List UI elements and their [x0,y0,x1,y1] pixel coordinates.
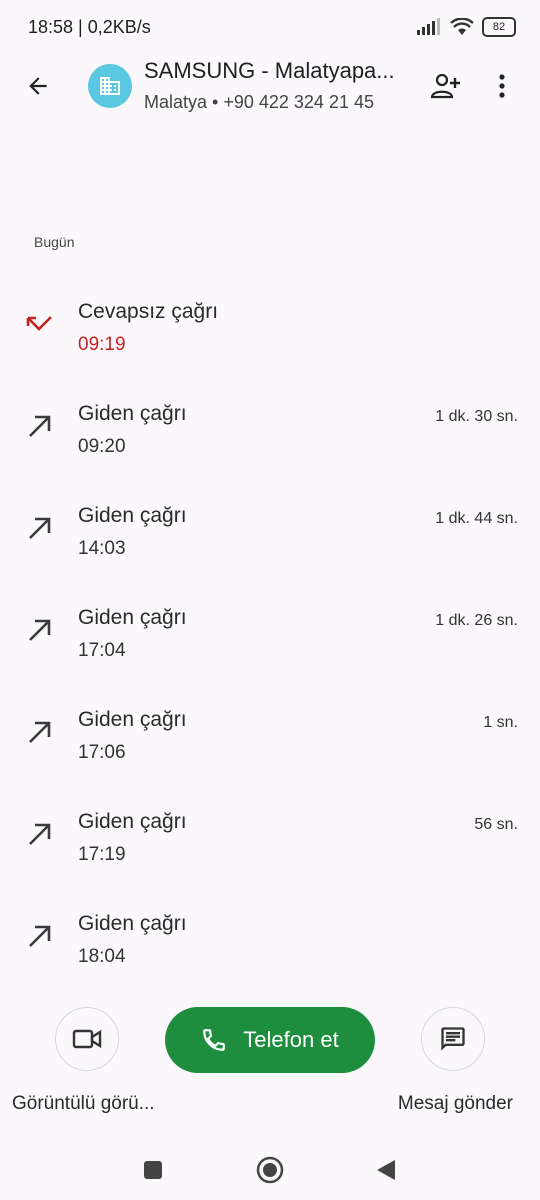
avatar [88,64,132,108]
missed-call-icon [26,316,52,331]
home-icon [256,1156,284,1184]
call-time: 17:04 [78,640,126,661]
status-bar: 18:58 | 0,2KB/s 82 [0,0,540,56]
back-arrow-icon [29,77,47,95]
call-duration: 1 dk. 44 sn. [435,510,518,527]
recents-button[interactable] [133,1150,173,1190]
call-type: Giden çağrı [78,708,187,731]
battery-indicator: 82 [482,17,516,37]
list-item[interactable]: Cevapsız çağrı 09:19 [0,290,540,392]
back-triangle-icon [377,1160,395,1180]
signal-icon [417,18,440,35]
contact-location: Malatya [144,92,208,112]
message-button[interactable] [421,1007,485,1071]
list-item[interactable]: Giden çağrı 17:04 1 dk. 26 sn. [0,596,540,698]
system-navigation-bar [0,1140,540,1200]
outgoing-call-icon [29,721,51,743]
call-time: 09:19 [78,334,126,355]
call-button-label: Telefon et [243,1027,339,1052]
clock: 18:58 [28,17,74,37]
call-type: Giden çağrı [78,912,187,935]
call-type: Giden çağrı [78,504,187,527]
back-nav-button[interactable] [366,1150,406,1190]
list-item[interactable]: Giden çağrı 14:03 1 dk. 44 sn. [0,494,540,596]
call-duration: 1 sn. [483,714,518,731]
contact-phone: +90 422 324 21 45 [223,92,374,112]
section-label-today: Bugün [34,234,75,250]
recents-icon [144,1161,162,1179]
call-duration: 56 sn. [474,816,518,833]
message-icon [441,1027,465,1051]
call-duration: 1 dk. 26 sn. [435,612,518,629]
outgoing-call-icon [29,415,51,437]
back-button[interactable] [16,64,60,108]
list-item[interactable]: Giden çağrı 17:06 1 sn. [0,698,540,800]
call-time: 14:03 [78,538,126,559]
call-type: Giden çağrı [78,402,187,425]
outgoing-call-icon [29,619,51,641]
call-time: 17:19 [78,844,126,865]
business-icon [100,77,120,95]
wifi-icon [450,18,474,35]
status-time: 18:58 | 0,2KB/s [28,17,151,37]
list-item[interactable]: Giden çağrı 17:19 56 sn. [0,800,540,902]
add-contact-button[interactable] [424,64,468,108]
videocam-icon [72,1029,102,1049]
action-bar: Telefon et Görüntülü görü... Mesaj gönde… [0,1005,540,1125]
outgoing-call-icon [29,925,51,947]
message-label: Mesaj gönder [397,1093,513,1114]
call-time: 09:20 [78,436,126,457]
status-icons: 82 [416,17,516,37]
call-time: 17:06 [78,742,126,763]
phone-icon [203,1029,226,1051]
outgoing-call-icon [29,517,51,539]
add-person-icon [430,73,460,99]
contact-subtitle: Malatya • +90 422 324 21 45 [144,92,374,112]
video-call-button[interactable] [55,1007,119,1071]
call-type: Giden çağrı [78,810,187,833]
more-options-button[interactable] [480,64,524,108]
contact-name: SAMSUNG - Malatyapa... [144,58,395,83]
call-type: Giden çağrı [78,606,187,629]
list-item[interactable]: Giden çağrı 09:20 1 dk. 30 sn. [0,392,540,494]
home-button[interactable] [250,1150,290,1190]
call-duration: 1 dk. 30 sn. [435,408,518,425]
call-time: 18:04 [78,946,126,967]
app-bar: SAMSUNG - Malatyapa... Malatya • +90 422… [0,56,540,120]
call-button[interactable]: Telefon et [165,1007,375,1073]
call-history-list: Cevapsız çağrı 09:19 Giden çağrı 09:20 1… [0,290,540,1004]
video-call-label: Görüntülü görü... [12,1093,155,1114]
outgoing-call-icon [29,823,51,845]
call-type: Cevapsız çağrı [78,300,219,323]
more-vert-icon [499,74,505,98]
list-item[interactable]: Giden çağrı 18:04 [0,902,540,1004]
network-speed: 0,2KB/s [87,17,151,37]
